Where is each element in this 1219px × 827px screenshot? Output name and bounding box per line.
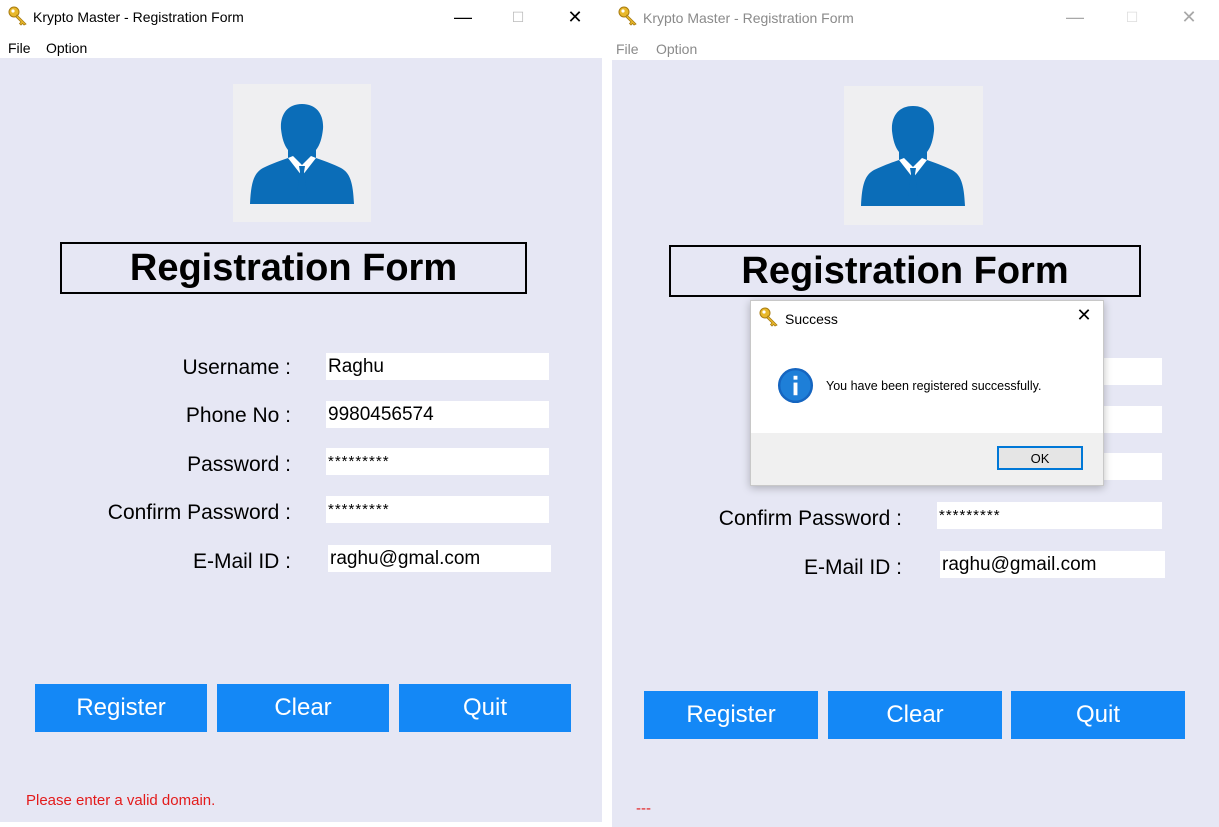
form-area: Registration Form Username : Phone No : … [0, 58, 602, 822]
left-window: Krypto Master - Registration Form — ☐ ✕ … [0, 0, 602, 822]
avatar [233, 84, 371, 222]
password-input[interactable] [326, 448, 549, 475]
avatar [844, 86, 983, 225]
dialog-close-button[interactable]: ✕ [1073, 305, 1095, 326]
email-label: E-Mail ID : [803, 556, 902, 579]
register-button[interactable]: Register [35, 684, 207, 732]
username-input[interactable] [326, 353, 549, 380]
person-icon [858, 100, 968, 210]
key-app-icon [8, 6, 28, 26]
clear-button[interactable]: Clear [217, 684, 389, 732]
menu-file[interactable]: File [616, 41, 639, 57]
register-button[interactable]: Register [644, 691, 818, 739]
key-app-icon [759, 307, 779, 327]
quit-button[interactable]: Quit [1011, 691, 1185, 739]
confirm-password-input[interactable] [326, 496, 549, 523]
confirm-password-label: Confirm Password : [107, 501, 291, 524]
menu-option[interactable]: Option [46, 40, 87, 56]
dialog-footer: OK [751, 433, 1103, 485]
minimize-button[interactable]: — [440, 0, 486, 34]
status-message: --- [636, 800, 651, 817]
menu-bar: File Option [0, 36, 602, 58]
close-button[interactable]: ✕ [552, 0, 598, 34]
password-label: Password : [187, 453, 291, 476]
phone-input[interactable] [326, 401, 549, 428]
window-title: Krypto Master - Registration Form [33, 9, 244, 25]
confirm-password-input[interactable] [937, 502, 1162, 529]
username-input[interactable] [1101, 358, 1162, 385]
title-bar[interactable]: Krypto Master - Registration Form — ☐ ✕ [612, 0, 1219, 34]
clear-button[interactable]: Clear [828, 691, 1002, 739]
dialog-message: You have been registered successfully. [826, 379, 1042, 393]
maximize-button[interactable]: ☐ [1109, 0, 1155, 34]
person-icon [247, 98, 357, 208]
username-label: Username : [182, 356, 291, 379]
phone-input[interactable] [1101, 406, 1162, 433]
email-input[interactable] [328, 545, 551, 572]
phone-label: Phone No : [185, 404, 291, 427]
status-message: Please enter a valid domain. [26, 792, 216, 809]
title-bar[interactable]: Krypto Master - Registration Form — ☐ ✕ [0, 0, 602, 34]
email-label: E-Mail ID : [192, 550, 291, 573]
email-input[interactable] [940, 551, 1165, 578]
close-button[interactable]: ✕ [1166, 0, 1212, 34]
success-dialog: Success ✕ You have been registered succe… [750, 300, 1104, 486]
quit-button[interactable]: Quit [399, 684, 571, 732]
menu-bar: File Option [612, 37, 1219, 59]
page-title: Registration Form [669, 245, 1141, 297]
page-title: Registration Form [60, 242, 527, 294]
password-input[interactable] [1101, 453, 1162, 480]
menu-file[interactable]: File [8, 40, 31, 56]
window-title: Krypto Master - Registration Form [643, 10, 854, 26]
confirm-password-label: Confirm Password : [718, 507, 902, 530]
menu-option[interactable]: Option [656, 41, 697, 57]
key-app-icon [618, 6, 638, 26]
info-icon [777, 367, 814, 404]
dialog-title: Success [785, 311, 838, 327]
ok-button[interactable]: OK [997, 446, 1083, 470]
minimize-button[interactable]: — [1052, 0, 1098, 34]
maximize-button[interactable]: ☐ [495, 0, 541, 34]
